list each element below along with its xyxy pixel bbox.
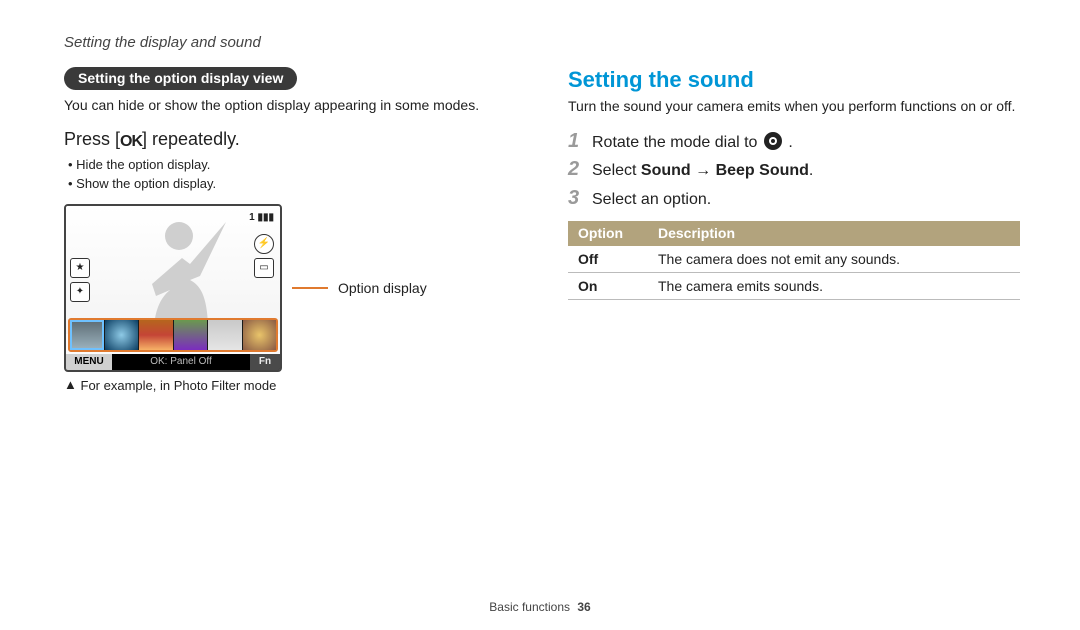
- option-desc: The camera emits sounds.: [648, 273, 1020, 300]
- table-header: Description: [648, 221, 1020, 246]
- filter-thumb: [208, 320, 242, 350]
- step-number: 1: [568, 130, 584, 153]
- arrow-icon: →: [691, 162, 716, 179]
- t: .: [809, 162, 813, 179]
- page-number: 36: [577, 600, 590, 614]
- intro-text: You can hide or show the option display …: [64, 96, 516, 115]
- step-text: Select an option.: [592, 189, 1020, 211]
- footer-section: Basic functions: [489, 600, 570, 614]
- battery-indicator: 1 ▮▮▮: [249, 212, 274, 223]
- section-pill: Setting the option display view: [64, 67, 297, 90]
- filter-thumb: [105, 320, 139, 350]
- step-text: Select Sound → Beep Sound.: [592, 160, 1020, 182]
- options-table: Option Description Off The camera does n…: [568, 221, 1020, 300]
- press-prefix: Press [: [64, 129, 120, 149]
- ok-key-icon: OK: [120, 133, 142, 151]
- bullet-list: Hide the option display. Show the option…: [68, 155, 516, 194]
- person-silhouette-icon: [124, 212, 234, 332]
- option-desc: The camera does not emit any sounds.: [648, 246, 1020, 273]
- gear-icon: [764, 132, 782, 150]
- leader-label: Option display: [338, 280, 427, 296]
- t: Beep Sound: [716, 162, 809, 179]
- step-3: 3 Select an option.: [568, 187, 1020, 211]
- caption-text: For example, in Photo Filter mode: [81, 378, 277, 393]
- table-row: Off The camera does not emit any sounds.: [568, 246, 1020, 273]
- lcd-bottom-bar: MENU OK: Panel Off Fn: [66, 354, 280, 370]
- breadcrumb: Setting the display and sound: [64, 34, 1020, 51]
- filter-thumb: [243, 320, 277, 350]
- page-footer: Basic functions 36: [0, 600, 1080, 614]
- list-item: Hide the option display.: [68, 155, 516, 175]
- section-heading: Setting the sound: [568, 67, 1020, 93]
- t: .: [784, 134, 793, 151]
- step-text: Rotate the mode dial to .: [592, 132, 1020, 154]
- table-row: On The camera emits sounds.: [568, 273, 1020, 300]
- up-triangle-icon: ▲: [64, 377, 77, 392]
- intro-text: Turn the sound your camera emits when yo…: [568, 97, 1020, 116]
- panel-off-label: OK: Panel Off: [112, 354, 250, 370]
- lcd-figure: ★ ✦ ⚡ ▭ 1 ▮▮▮ MENU: [64, 204, 516, 372]
- t: Rotate the mode dial to: [592, 134, 762, 151]
- step-number: 2: [568, 158, 584, 181]
- t: Sound: [641, 162, 691, 179]
- flash-icon: ⚡: [254, 234, 274, 254]
- step-2: 2 Select Sound → Beep Sound.: [568, 158, 1020, 182]
- filter-thumb: [174, 320, 208, 350]
- step-number: 3: [568, 187, 584, 210]
- option-name: Off: [568, 246, 648, 273]
- step-1: 1 Rotate the mode dial to .: [568, 130, 1020, 154]
- camera-lcd: ★ ✦ ⚡ ▭ 1 ▮▮▮ MENU: [64, 204, 282, 372]
- steps: 1 Rotate the mode dial to . 2 Select Sou…: [568, 130, 1020, 211]
- columns: Setting the option display view You can …: [64, 67, 1020, 393]
- left-column: Setting the option display view You can …: [64, 67, 516, 393]
- lcd-viewarea: ★ ✦ ⚡ ▭ 1 ▮▮▮: [66, 206, 280, 334]
- press-suffix: ] repeatedly.: [142, 129, 240, 149]
- fn-label: Fn: [250, 354, 280, 370]
- option-name: On: [568, 273, 648, 300]
- press-instruction: Press [OK] repeatedly.: [64, 129, 516, 151]
- figure-caption: ▲ For example, in Photo Filter mode: [64, 378, 516, 393]
- leader-line: [292, 287, 328, 289]
- star-badge-icon: ★: [70, 258, 90, 278]
- size-icon: ▭: [254, 258, 274, 278]
- list-item: Show the option display.: [68, 174, 516, 194]
- manual-page: Setting the display and sound Setting th…: [0, 0, 1080, 630]
- off-badge-icon: ✦: [70, 282, 90, 302]
- filter-thumb: [139, 320, 173, 350]
- option-strip: [68, 318, 278, 352]
- menu-label: MENU: [66, 354, 112, 370]
- table-header: Option: [568, 221, 648, 246]
- filter-thumb: [70, 320, 104, 350]
- right-column: Setting the sound Turn the sound your ca…: [568, 67, 1020, 393]
- t: Select: [592, 162, 641, 179]
